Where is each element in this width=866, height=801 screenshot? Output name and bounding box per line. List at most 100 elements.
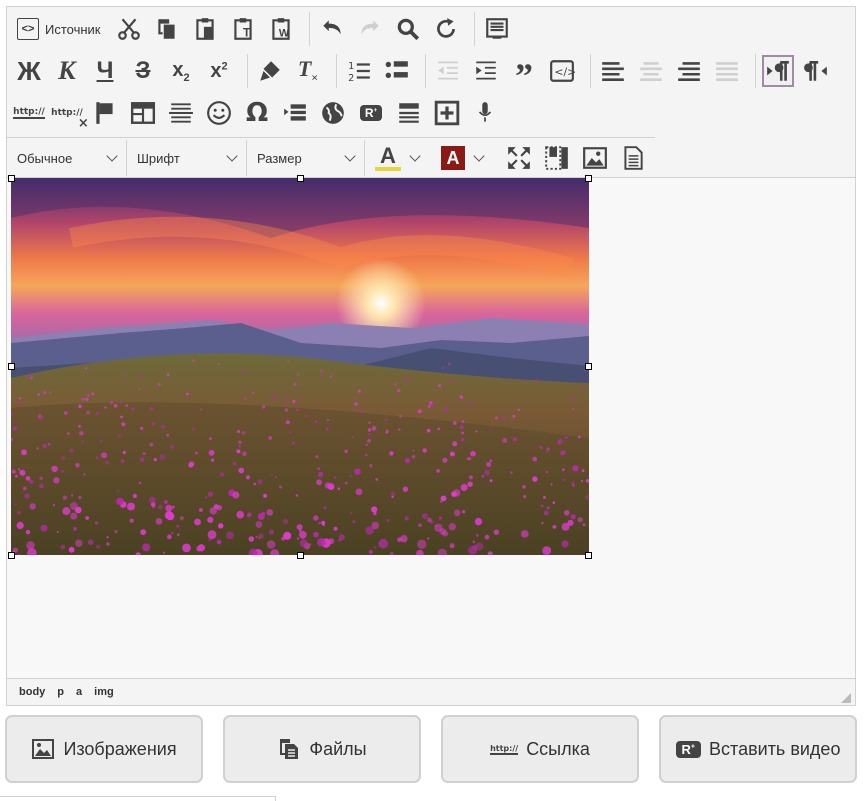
smiley-button[interactable] [203, 97, 235, 129]
copy-button[interactable] [151, 13, 183, 45]
copy-format-button[interactable] [254, 55, 286, 87]
select-all-button[interactable] [481, 13, 513, 45]
numbered-list-button[interactable]: 12 [343, 55, 375, 87]
format-select[interactable]: Обычное [7, 140, 127, 176]
path-item-body[interactable]: body [19, 686, 45, 698]
files-button[interactable]: Файлы [223, 715, 421, 783]
table-button[interactable] [127, 97, 159, 129]
video-button[interactable]: R+ [355, 97, 387, 129]
dictation-button[interactable] [469, 97, 501, 129]
paste-word-icon: W [271, 18, 289, 40]
justify-button[interactable] [711, 55, 743, 87]
superscript-button[interactable]: x2 [203, 55, 235, 87]
paste-word-button[interactable]: W [265, 13, 297, 45]
code-button[interactable]: </> [546, 55, 578, 87]
ltr-direction-button[interactable] [762, 55, 794, 87]
source-button[interactable]: <> Источник [13, 13, 105, 45]
template-icon [399, 103, 419, 123]
italic-button[interactable]: К [51, 55, 83, 87]
preview-button[interactable] [617, 142, 649, 174]
resize-handle[interactable] [585, 552, 592, 559]
path-item-img[interactable]: img [94, 686, 114, 698]
link-insert-button[interactable]: http:// Ссылка [441, 715, 639, 783]
svg-text:2: 2 [348, 73, 354, 84]
blockquote-button[interactable]: ” [508, 55, 540, 94]
resize-handle[interactable] [585, 175, 592, 182]
paste-icon [195, 18, 214, 40]
editor-toolbar: <> Источник T W Ж К Ч З x2 x2 T× 1 2 ” <… [7, 7, 855, 178]
rtl-direction-button[interactable] [800, 55, 832, 87]
resize-handle[interactable] [297, 175, 304, 182]
image-button[interactable] [579, 142, 611, 174]
remove-format-button[interactable]: T× [292, 55, 324, 87]
insert-video-button[interactable]: R+ Вставить видео [659, 715, 857, 783]
insert-block-button[interactable] [431, 97, 463, 129]
video-button-label: Вставить видео [709, 738, 841, 759]
special-char-button[interactable]: Ω [241, 97, 273, 129]
resize-grip-icon[interactable] [841, 693, 851, 703]
microphone-icon [478, 102, 492, 122]
undo-button[interactable] [316, 13, 348, 45]
unlink-button[interactable]: http://× [51, 97, 89, 131]
underline-button[interactable]: Ч [89, 55, 121, 87]
bottom-divider [0, 796, 276, 801]
subscript-icon: x2 [172, 58, 190, 84]
resize-handle[interactable] [585, 363, 592, 370]
align-left-button[interactable] [597, 55, 629, 87]
page-break-icon [284, 104, 306, 121]
subscript-button[interactable]: x2 [165, 55, 197, 87]
chevron-down-icon [344, 150, 356, 162]
indent-button[interactable] [470, 55, 502, 87]
align-right-button[interactable] [673, 55, 705, 87]
page-break-button[interactable] [279, 97, 311, 129]
unlink-x-icon: × [77, 116, 89, 131]
text-color-letter: A [380, 143, 396, 168]
redo-button[interactable] [354, 13, 386, 45]
align-center-button[interactable] [635, 55, 667, 87]
brush-icon [260, 61, 280, 81]
text-color-button[interactable]: A [375, 145, 421, 171]
strikethrough-button[interactable]: З [127, 55, 159, 87]
link-button[interactable]: http:// [13, 97, 45, 129]
maximize-button[interactable] [503, 142, 535, 174]
bg-color-button[interactable]: A [441, 146, 485, 170]
smiley-icon [207, 101, 231, 125]
align-right-icon [678, 62, 700, 81]
path-item-a[interactable]: a [76, 686, 82, 698]
video-r-icon: R+ [359, 105, 383, 121]
undo-icon [322, 20, 341, 35]
path-item-p[interactable]: p [57, 686, 64, 698]
redo-icon [360, 20, 379, 35]
bold-button[interactable]: Ж [13, 55, 45, 87]
cut-button[interactable] [113, 13, 145, 45]
source-label: Источник [45, 21, 101, 37]
horizontal-rule-button[interactable] [165, 97, 197, 129]
find-button[interactable] [392, 13, 424, 45]
landscape-image[interactable] [11, 178, 589, 555]
remove-format-icon: T× [297, 56, 319, 85]
replace-button[interactable] [430, 13, 462, 45]
align-center-icon [640, 62, 662, 81]
paste-text-icon: T [233, 18, 252, 40]
paste-text-button[interactable]: T [227, 13, 259, 45]
underline-icon: Ч [96, 57, 114, 84]
chevron-down-icon [473, 150, 485, 162]
resize-handle[interactable] [8, 363, 15, 370]
outdent-button[interactable] [432, 55, 464, 87]
rtl-paragraph-icon [804, 61, 827, 81]
text-color-icon: A [375, 145, 401, 171]
paste-button[interactable] [189, 13, 221, 45]
images-button[interactable]: Изображения [5, 715, 203, 783]
iframe-button[interactable] [317, 97, 349, 129]
anchor-button[interactable] [89, 97, 121, 129]
template-button[interactable] [393, 97, 425, 129]
editor-content-area[interactable] [7, 175, 855, 678]
show-blocks-button[interactable] [541, 142, 573, 174]
size-select[interactable]: Размер [247, 140, 365, 176]
resize-handle[interactable] [297, 552, 304, 559]
font-select[interactable]: Шрифт [127, 140, 247, 176]
bulleted-list-button[interactable] [381, 55, 413, 87]
svg-text:T: T [243, 26, 251, 40]
resize-handle[interactable] [8, 552, 15, 559]
resize-handle[interactable] [8, 175, 15, 182]
